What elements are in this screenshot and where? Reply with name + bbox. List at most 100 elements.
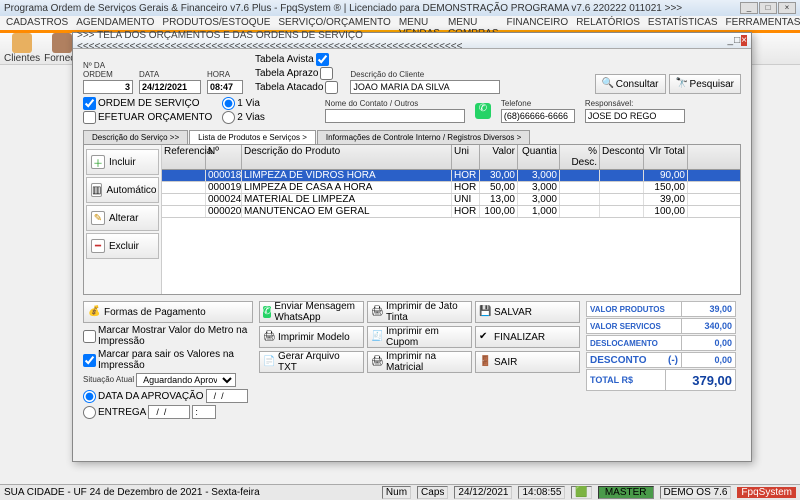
table-row[interactable]: 000019LIMPEZA DE CASA A HORAHOR50,003,00… <box>162 182 740 194</box>
whatsapp-icon: ✆ <box>263 306 271 318</box>
avista-check[interactable] <box>316 53 329 66</box>
contact-input[interactable] <box>325 109 465 123</box>
modelo-button[interactable]: 🖨Imprimir Modelo <box>259 326 364 348</box>
date-input[interactable] <box>139 80 201 94</box>
table-row[interactable]: 000020MANUTENCAO EM GERALHOR100,001,0001… <box>162 206 740 218</box>
tab-controle[interactable]: Informações de Controle Interno / Regist… <box>317 130 530 144</box>
product-grid[interactable]: ReferenciaNºDescrição do ProdutoUniValor… <box>162 145 740 294</box>
column-header[interactable]: Quantia <box>518 145 560 169</box>
toolbar-clientes[interactable]: Clientes <box>4 33 40 64</box>
menu-cadastros[interactable]: CADASTROS <box>6 17 68 29</box>
date-label: DATA <box>139 70 201 79</box>
time-label: HORA <box>207 70 243 79</box>
entrega-date[interactable] <box>148 405 190 419</box>
menu-relatórios[interactable]: RELATÓRIOS <box>576 17 640 29</box>
dialog-minimize[interactable]: _ <box>728 35 734 46</box>
pesquisar-button[interactable]: 🔭Pesquisar <box>669 74 741 94</box>
dialog-title: >>> TELA DOS ORÇAMENTOS E DAS ORDENS DE … <box>77 30 728 52</box>
via2-radio[interactable] <box>222 111 235 124</box>
chk-metro[interactable] <box>83 330 96 343</box>
entrega-time[interactable] <box>192 405 216 419</box>
valor-servicos: 340,00 <box>682 318 736 334</box>
txt-button[interactable]: 📄Gerar Arquivo TXT <box>259 351 364 373</box>
printer-icon: 🖨 <box>263 331 275 343</box>
chk-valores[interactable] <box>83 354 96 367</box>
dialog-close[interactable]: × <box>741 35 747 46</box>
via1-radio[interactable] <box>222 97 235 110</box>
menu-menu compras[interactable]: MENU COMPRAS <box>448 17 499 29</box>
aprazo-check[interactable] <box>320 67 333 80</box>
column-header[interactable]: Vlr Total <box>644 145 688 169</box>
salvar-button[interactable]: 💾SALVAR <box>475 301 580 323</box>
money-icon: 💰 <box>88 306 100 318</box>
client-desc-label: Descrição do Cliente <box>350 70 500 79</box>
menu-produtos/estoque[interactable]: PRODUTOS/ESTOQUE <box>162 17 270 29</box>
formas-pagamento-button[interactable]: 💰Formas de Pagamento <box>83 301 253 323</box>
status-master: MASTER <box>598 486 654 499</box>
consultar-button[interactable]: 🔍Consultar <box>595 74 666 94</box>
close-button[interactable]: × <box>778 2 796 14</box>
alterar-button[interactable]: ✎Alterar <box>86 205 159 231</box>
app-titlebar: Programa Ordem de Serviços Gerais & Fina… <box>0 0 800 16</box>
phone-input[interactable] <box>501 109 575 123</box>
column-header[interactable]: Uni <box>452 145 480 169</box>
aprazo-label: Tabela Aprazo <box>255 68 318 79</box>
incluir-button[interactable]: ＋Incluir <box>86 149 159 175</box>
receipt-icon: 🧾 <box>371 331 383 343</box>
column-header[interactable]: % Desc. <box>560 145 600 169</box>
menubar: CADASTROS AGENDAMENTO PRODUTOS/ESTOQUE SERV… <box>0 16 800 30</box>
printer-icon: 🖨 <box>371 356 383 368</box>
status-flag: 🟩 <box>571 486 591 499</box>
os-check[interactable] <box>83 97 96 110</box>
whatsapp-icon[interactable]: ✆ <box>475 103 491 119</box>
column-header[interactable]: Referencia <box>162 145 206 169</box>
app-title: Programa Ordem de Serviços Gerais & Fina… <box>4 3 682 14</box>
aprov-radio[interactable] <box>83 390 96 403</box>
whatsapp-button[interactable]: ✆Enviar Mensagem WhatsApp <box>259 301 364 323</box>
product-sidebar: ＋Incluir ▥Automático ✎Alterar ━Excluir <box>84 145 162 294</box>
column-header[interactable]: Valor <box>480 145 518 169</box>
order-no-label: Nº DA ORDEM <box>83 61 133 79</box>
client-desc-input[interactable] <box>350 80 500 94</box>
excluir-button[interactable]: ━Excluir <box>86 233 159 259</box>
plus-icon: ＋ <box>93 155 103 170</box>
jato-button[interactable]: 🖨Imprimir de Jato Tinta <box>367 301 472 323</box>
finalizar-button[interactable]: ✔FINALIZAR <box>475 326 580 348</box>
tab-descricao[interactable]: Descrição do Serviço >> <box>83 130 188 144</box>
status-demo: DEMO OS 7.6 <box>660 486 732 499</box>
time-input[interactable] <box>207 80 243 94</box>
responsible-input[interactable] <box>585 109 685 123</box>
orc-check[interactable] <box>83 111 96 124</box>
minimize-button[interactable]: _ <box>740 2 758 14</box>
menu-menu vendas[interactable]: MENU VENDAS <box>399 17 440 29</box>
column-header[interactable]: Nº <box>206 145 242 169</box>
menu-serviço/orçamento[interactable]: SERVIÇO/ORÇAMENTO <box>278 17 390 29</box>
column-header[interactable]: Descrição do Produto <box>242 145 452 169</box>
atacado-check[interactable] <box>325 81 338 94</box>
menu-ferramentas[interactable]: FERRAMENTAS <box>726 17 800 29</box>
table-row[interactable]: 000024MATERIAL DE LIMPEZAUNI13,003,00039… <box>162 194 740 206</box>
statusbar: SUA CIDADE - UF 24 de Dezembro de 2021 -… <box>0 484 800 500</box>
menu-financeiro[interactable]: FINANCEIRO <box>507 17 569 29</box>
cupom-button[interactable]: 🧾Imprimir em Cupom <box>367 326 472 348</box>
matricial-button[interactable]: 🖨Imprimir na Matricial <box>367 351 472 373</box>
maximize-button[interactable]: □ <box>759 2 777 14</box>
tab-produtos[interactable]: Lista de Produtos e Serviços > <box>189 130 316 144</box>
automatico-button[interactable]: ▥Automático <box>86 177 159 203</box>
dialog-maximize[interactable]: □ <box>734 35 740 46</box>
status-num: Num <box>382 486 411 499</box>
column-header[interactable]: Desconto <box>600 145 644 169</box>
menu-agendamento[interactable]: AGENDAMENTO <box>76 17 154 29</box>
menu-estatísticas[interactable]: ESTATÍSTICAS <box>648 17 718 29</box>
binoculars-icon: 🔭 <box>676 78 688 90</box>
order-no-input[interactable] <box>83 80 133 94</box>
status-time: 14:08:55 <box>518 486 565 499</box>
printer-icon: 🖨 <box>371 306 383 318</box>
phone-label: Telefone <box>501 99 575 108</box>
aprov-date[interactable] <box>206 389 248 403</box>
entrega-radio[interactable] <box>83 406 96 419</box>
sair-button[interactable]: 🚪SAIR <box>475 351 580 373</box>
situacao-select[interactable]: Aguardando Aprovação <box>136 373 236 387</box>
table-row[interactable]: 000018LIMPEZA DE VIDROS HORAHOR30,003,00… <box>162 170 740 182</box>
orders-dialog: >>> TELA DOS ORÇAMENTOS E DAS ORDENS DE … <box>72 32 752 462</box>
